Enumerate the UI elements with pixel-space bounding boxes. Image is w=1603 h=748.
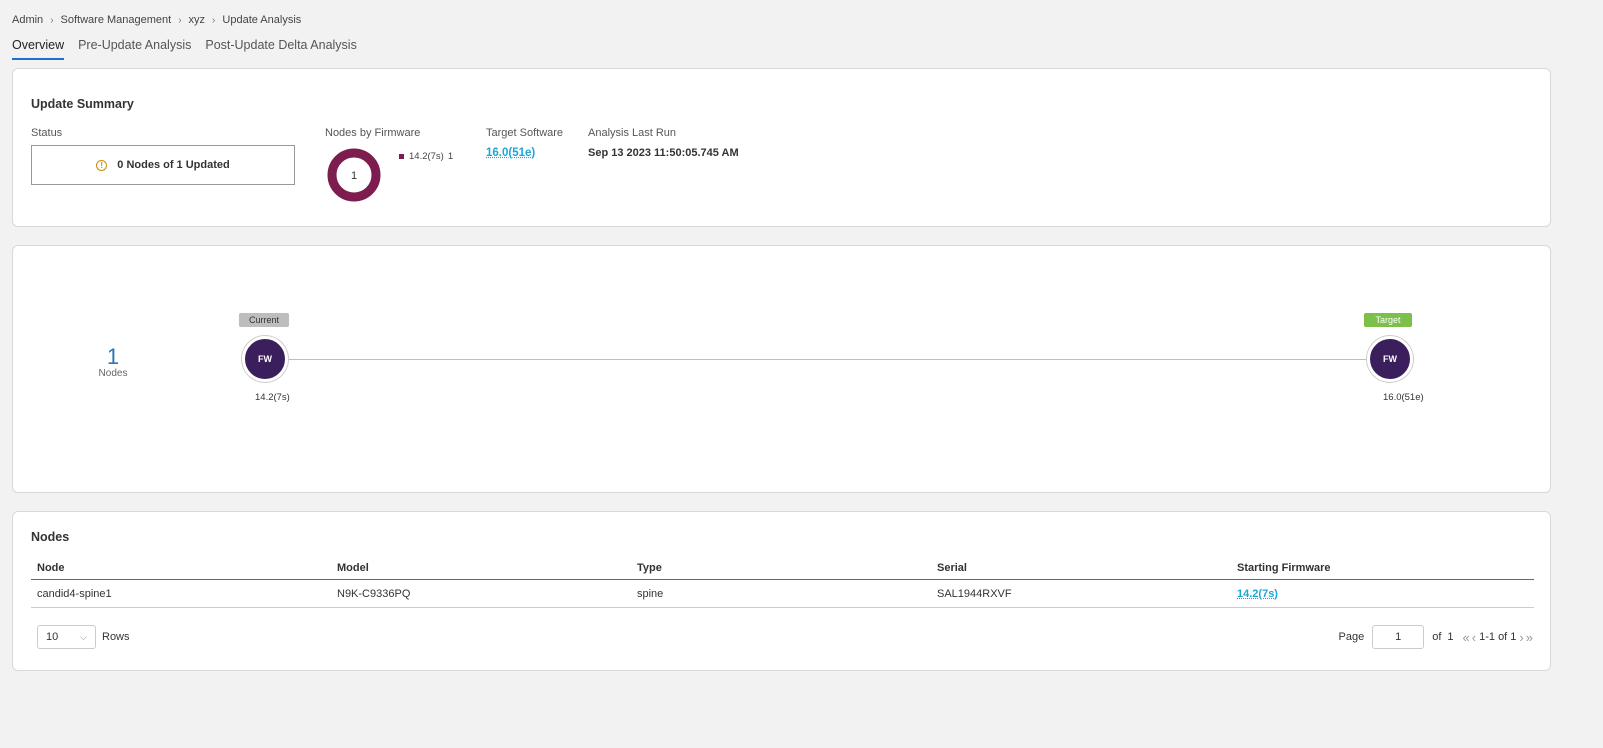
breadcrumb-software-management[interactable]: Software Management [61, 14, 172, 26]
legend-name: 14.2(7s) [409, 151, 444, 162]
status-label: Status [31, 127, 63, 139]
page-number-input[interactable]: 1 [1372, 625, 1425, 649]
chevron-right-icon: › [178, 14, 182, 26]
tab-pre-update-analysis[interactable]: Pre-Update Analysis [78, 38, 191, 60]
analysis-last-run-value: Sep 13 2023 11:50:05.745 AM [588, 147, 739, 159]
current-tag: Current [239, 313, 289, 327]
breadcrumb-admin[interactable]: Admin [12, 14, 43, 26]
update-summary-card: Update Summary Status ! 0 Nodes of 1 Upd… [12, 68, 1551, 227]
update-summary-title: Update Summary [31, 97, 134, 111]
current-firmware-version: 14.2(7s) [255, 392, 290, 403]
target-tag: Target [1364, 313, 1412, 327]
cell-starting-firmware: 14.2(7s) [1231, 588, 1531, 600]
column-header-serial[interactable]: Serial [931, 562, 1231, 574]
target-firmware-icon[interactable]: FW [1367, 336, 1413, 382]
firmware-path-card: 1 Nodes Current FW 14.2(7s) Target FW 16… [12, 245, 1551, 493]
first-page-icon[interactable]: « [1463, 630, 1470, 645]
last-page-icon[interactable]: » [1526, 630, 1533, 645]
nodes-table: Node Model Type Serial Starting Firmware… [31, 556, 1534, 608]
legend-count: 1 [447, 151, 454, 162]
column-header-type[interactable]: Type [631, 562, 931, 574]
current-firmware-icon[interactable]: FW [242, 336, 288, 382]
table-header: Node Model Type Serial Starting Firmware [31, 556, 1534, 580]
chevron-down-icon: ⌵ [80, 631, 87, 642]
prev-page-icon[interactable]: ‹ [1472, 630, 1476, 645]
total-pages: 1 [1447, 631, 1454, 643]
warning-icon: ! [96, 159, 108, 171]
node-count-value: 1 [106, 344, 120, 369]
firmware-donut-chart: 1 [326, 147, 382, 203]
cell-type: spine [637, 587, 664, 600]
nodes-card: Nodes Node Model Type Serial Starting Fi… [12, 511, 1551, 671]
tab-overview[interactable]: Overview [12, 38, 65, 60]
target-firmware-version: 16.0(51e) [1383, 392, 1424, 403]
breadcrumb-xyz[interactable]: xyz [189, 14, 206, 26]
status-box: ! 0 Nodes of 1 Updated [31, 145, 295, 185]
cell-node: candid4-spine1 [37, 587, 112, 600]
column-header-model[interactable]: Model [331, 562, 631, 574]
cell-model: N9K-C9336PQ [337, 587, 411, 600]
donut-center-value: 1 [351, 170, 357, 182]
target-software-link[interactable]: 16.0(51e) [486, 147, 535, 159]
page-range: 1-1 of 1 [1479, 631, 1517, 643]
firmware-legend-item: 14.2(7s) 1 [399, 151, 453, 162]
breadcrumb-update-analysis: Update Analysis [222, 14, 302, 26]
column-header-starting-firmware[interactable]: Starting Firmware [1231, 562, 1531, 574]
node-count: 1 Nodes [93, 344, 133, 379]
chevron-right-icon: › [50, 14, 54, 26]
legend-swatch [399, 154, 404, 159]
tab-post-update-delta-analysis[interactable]: Post-Update Delta Analysis [205, 38, 356, 60]
page-label: Page [1338, 631, 1365, 643]
rows-label: Rows [102, 631, 130, 643]
cell-serial: SAL1944RXVF [937, 587, 1012, 600]
starting-firmware-link[interactable]: 14.2(7s) [1237, 588, 1278, 600]
rows-per-page-value: 10 [46, 631, 59, 643]
status-text: 0 Nodes of 1 Updated [117, 159, 230, 171]
tab-bar: Overview Pre-Update Analysis Post-Update… [12, 38, 371, 60]
column-header-node[interactable]: Node [31, 562, 331, 574]
target-software-label: Target Software [486, 127, 564, 139]
node-count-label: Nodes [98, 368, 128, 379]
upgrade-path-line [287, 359, 1367, 360]
table-row: candid4-spine1 N9K-C9336PQ spine SAL1944… [31, 580, 1534, 608]
rows-per-page-select[interactable]: 10 ⌵ [37, 625, 96, 649]
of-label: of [1432, 631, 1442, 643]
chevron-right-icon: › [212, 14, 216, 26]
pagination: Page 1 of 1 « ‹ 1-1 of 1 › » [1339, 625, 1534, 649]
breadcrumb: Admin › Software Management › xyz › Upda… [12, 14, 301, 26]
nodes-by-firmware-label: Nodes by Firmware [325, 127, 421, 139]
nodes-title: Nodes [31, 530, 70, 544]
analysis-last-run-label: Analysis Last Run [588, 127, 677, 139]
next-page-icon[interactable]: › [1519, 630, 1523, 645]
